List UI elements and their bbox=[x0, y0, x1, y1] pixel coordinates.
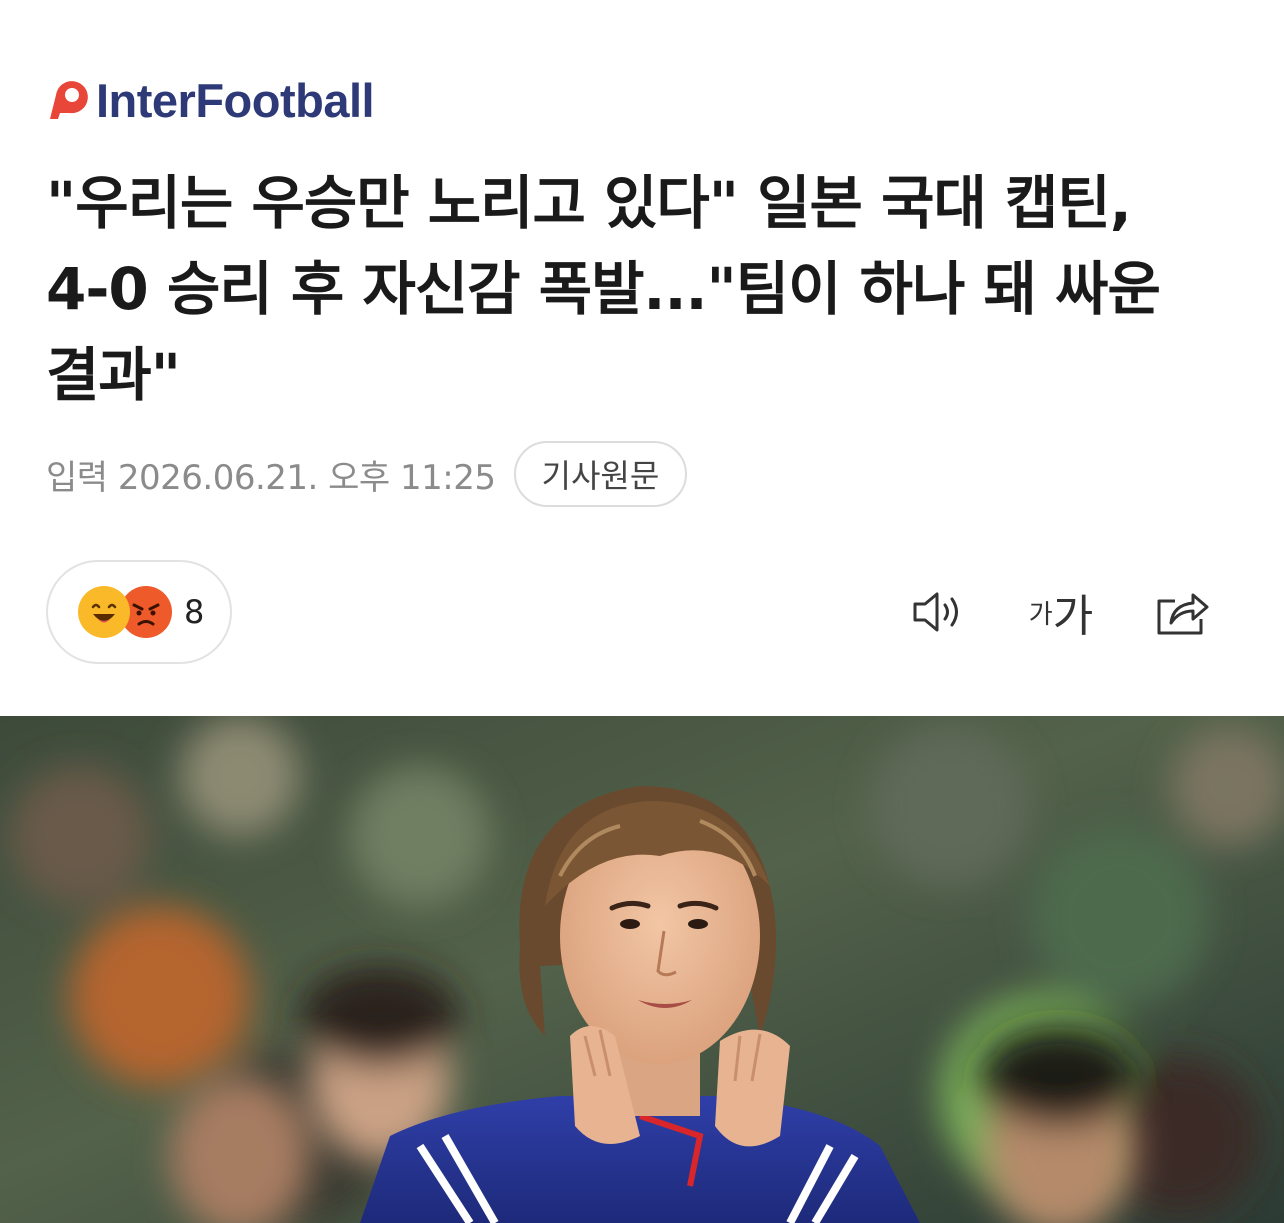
player-photo-illustration bbox=[0, 716, 1284, 1223]
reaction-count: 8 bbox=[184, 593, 205, 631]
font-size-button[interactable]: 가가 bbox=[1022, 580, 1100, 644]
publisher-logo[interactable]: InterFootball bbox=[46, 70, 375, 130]
published-date: 입력 2026.06.21. 오후 11:25 bbox=[46, 457, 496, 498]
original-article-button[interactable]: 기사원문 bbox=[513, 441, 688, 507]
article-photo bbox=[0, 716, 1284, 1223]
reaction-button[interactable]: 8 bbox=[46, 560, 232, 664]
article-headline: "우리는 우승만 노리고 있다" 일본 국대 캡틴, 4-0 승리 후 자신감 … bbox=[46, 160, 1236, 418]
article-toolbar: 가가 bbox=[900, 580, 1222, 644]
share-button[interactable] bbox=[1144, 580, 1222, 644]
speaker-icon bbox=[913, 592, 958, 632]
publisher-name: InterFootball bbox=[96, 73, 375, 127]
article-page: InterFootball "우리는 우승만 노리고 있다" 일본 국대 캡틴,… bbox=[0, 0, 1284, 1223]
headline-line: 4-0 승리 후 자신감 폭발..."팀이 하나 돼 싸운 bbox=[46, 255, 1161, 323]
font-size-small-label: 가 bbox=[1028, 599, 1053, 630]
listen-button[interactable] bbox=[900, 580, 978, 644]
interfootball-logo-icon bbox=[50, 81, 88, 119]
font-size-large-label: 가 bbox=[1052, 591, 1094, 642]
share-icon bbox=[1157, 593, 1209, 635]
headline-line: 결과" bbox=[46, 341, 181, 409]
article-meta: 입력 2026.06.21. 오후 11:25 기사원문 bbox=[46, 440, 688, 508]
laughing-emoji-icon bbox=[78, 586, 130, 638]
headline-line: "우리는 우승만 노리고 있다" 일본 국대 캡틴, bbox=[46, 169, 1132, 237]
